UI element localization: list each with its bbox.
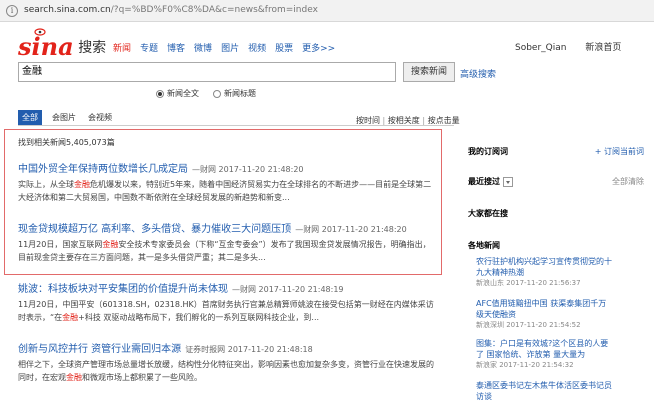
nav-item[interactable]: 股票 (275, 44, 293, 54)
result-item: 现金贷规模超万亿 高利率、多头借贷、暴力催收三大问题压顶 —财网 2017-11-… (18, 220, 438, 264)
result-item: 姚波：科技板块对平安集团的价值提升尚未体现 —财网 2017-11-20 21:4… (18, 280, 438, 324)
search-scope-options: 新闻全文 新闻标题 (156, 88, 256, 99)
summary-text: 11月20日，国家互联网 (18, 240, 103, 249)
sort-options: 按时间 | 按相关度 | 按点击量 (356, 116, 460, 125)
result-meta: 证券时报网 2017-11-20 21:48:18 (185, 345, 313, 354)
result-meta: —财网 2017-11-20 21:48:20 (192, 165, 304, 174)
sort-by-relevance[interactable]: 按相关度 (388, 116, 420, 125)
hot-search-section: 大家都在搜 (468, 208, 644, 219)
result-item: 创新与风控并行 资管行业需回归本源 证券时报网 2017-11-20 21:48:… (18, 340, 438, 384)
sina-search-logo[interactable]: sina 搜索 (18, 28, 107, 61)
nav-item[interactable]: 视频 (248, 44, 266, 54)
hot-search-heading: 大家都在搜 (468, 209, 508, 218)
summary-text: +科技 双驱动战略布局下，我们孵化的一系列互联网科技企业，到... (78, 313, 320, 322)
result-summary: 11月20日，中国平安（601318.SH，02318.HK）首席财务执行官兼总… (18, 298, 438, 324)
logo-text: 搜索 (78, 40, 107, 56)
nav-item[interactable]: 专题 (140, 44, 158, 54)
tab-images[interactable]: 会图片 (52, 110, 76, 125)
chevron-down-icon[interactable] (503, 176, 513, 187)
result-summary: 实际上，从全球金融危机爆发以来，特别近5年来，随着中国经济贸易实力在全球排名的不… (18, 178, 438, 204)
subscribe-current-link[interactable]: + 订阅当前词 (595, 146, 644, 157)
photo-news-text: 农行驻护机构兴起学习宣传贯彻党的十九大精神热潮 新浪山东 2017-11-20 … (476, 256, 612, 288)
clear-all-link[interactable]: 全部清除 (612, 176, 644, 187)
radio-button-icon (213, 89, 221, 98)
photo-news-title[interactable]: 泰通区委书记左木焦牛体活区委书记员 访谈 (476, 380, 612, 402)
summary-keyword: 金融 (62, 313, 79, 322)
photo-news-text: 图集：户口是有效城?这个区县的人要了 国家恰统、诈放第 量大量为 新浪家 201… (476, 338, 612, 370)
url-host: search.sina.com.cn (24, 5, 111, 15)
summary-keyword: 金融 (66, 373, 82, 382)
search-news-button[interactable]: 搜索新闻 (403, 62, 455, 82)
recent-heading: 最近搜过 (468, 177, 500, 186)
sort-by-time[interactable]: 按时间 (356, 116, 380, 125)
tab-videos[interactable]: 会视频 (88, 110, 112, 125)
nav-item[interactable]: 新闻 (113, 44, 131, 54)
summary-keyword: 金融 (102, 240, 119, 249)
radio-label: 新闻标题 (224, 89, 256, 98)
photo-news-section: 各地新闻 (468, 240, 644, 251)
sort-by-clicks[interactable]: 按点击量 (428, 116, 460, 125)
nav-item[interactable]: 更多>> (302, 44, 335, 54)
result-item: 中国外贸全年保持两位数增长几成定局 —财网 2017-11-20 21:48:20… (18, 160, 438, 204)
tab-all[interactable]: 全部 (18, 110, 42, 125)
result-meta: —财网 2017-11-20 21:48:20 (295, 225, 407, 234)
url-path: /?q=%BD%F0%C8%DA&c=news&from=index (110, 5, 318, 15)
nav-item[interactable]: 图片 (221, 44, 239, 54)
photo-news-meta: 新浪家 2017-11-20 21:54:32 (476, 361, 574, 369)
result-title-link[interactable]: 创新与风控并行 资管行业需回归本源 (18, 344, 181, 355)
logo-brand: sina (18, 32, 74, 61)
result-summary: 11月20日，国家互联网金融安全技术专家委员会（下称“互金专委会”）发布了我国现… (18, 238, 438, 264)
result-meta: —财网 2017-11-20 21:48:19 (232, 285, 344, 294)
subscription-heading: 我的订阅词 (468, 147, 508, 156)
result-title-link[interactable]: 姚波：科技板块对平安集团的价值提升尚未体现 (18, 284, 228, 295)
nav-item[interactable]: 博客 (167, 44, 185, 54)
summary-text: 实际上，从全球 (18, 180, 74, 189)
result-count: 找到相关新闻5,405,073篇 (18, 138, 115, 147)
search-input[interactable]: 金融 (18, 62, 396, 82)
result-title-link[interactable]: 中国外贸全年保持两位数增长几成定局 (18, 164, 188, 175)
result-title-link[interactable]: 现金贷规模超万亿 高利率、多头借贷、暴力催收三大问题压顶 (18, 224, 291, 235)
photo-news-meta: 新浪深圳 2017-11-20 21:54:52 (476, 321, 581, 329)
photo-news-meta: 新浪山东 2017-11-20 21:56:37 (476, 279, 581, 287)
sina-home-link[interactable]: 新浪首页 (585, 43, 621, 53)
url-text[interactable]: search.sina.com.cn/?q=%BD%F0%C8%DA&c=new… (24, 5, 318, 15)
radio-button-icon (156, 89, 164, 98)
photo-news-text: AFC值用链黯扭中国 获渠泰集团千万级天使融资 新浪深圳 2017-11-20 … (476, 298, 612, 330)
radio-title[interactable]: 新闻标题 (213, 88, 256, 99)
recent-search-section: 最近搜过 全部清除 (468, 176, 644, 187)
result-summary: 相伴之下，全球资产管理市场总量增长放缓，结构性分化特征突出，影响因素也愈加复杂多… (18, 358, 438, 384)
subscription-section: 我的订阅词 + 订阅当前词 (468, 146, 644, 157)
photo-news-title[interactable]: 图集：户口是有效城?这个区县的人要了 国家恰统、诈放第 量大量为 (476, 338, 612, 360)
info-icon[interactable]: i (6, 5, 18, 17)
radio-label: 新闻全文 (167, 89, 199, 98)
advanced-search-link[interactable]: 高级搜索 (460, 67, 496, 80)
sina-eye-icon (34, 28, 46, 36)
summary-keyword: 金融 (74, 180, 90, 189)
address-bar[interactable]: i search.sina.com.cn/?q=%BD%F0%C8%DA&c=n… (0, 0, 654, 22)
user-name-link[interactable]: Sober_Qian (515, 43, 566, 53)
top-nav: 新闻 专题 博客 微博 图片 视频 股票 更多>> (113, 41, 344, 54)
radio-fulltext[interactable]: 新闻全文 (156, 88, 199, 99)
photo-news-title[interactable]: 农行驻护机构兴起学习宣传贯彻党的十九大精神热潮 (476, 256, 612, 278)
user-area: Sober_Qian 新浪首页 (515, 40, 637, 53)
photo-news-text: 泰通区委书记左木焦牛体活区委书记员 访谈 (476, 380, 612, 402)
summary-text: 和微观市场上都积累了一些风险。 (82, 373, 202, 382)
photo-news-heading: 各地新闻 (468, 241, 500, 250)
nav-item[interactable]: 微博 (194, 44, 212, 54)
photo-news-title[interactable]: AFC值用链黯扭中国 获渠泰集团千万级天使融资 (476, 298, 612, 320)
